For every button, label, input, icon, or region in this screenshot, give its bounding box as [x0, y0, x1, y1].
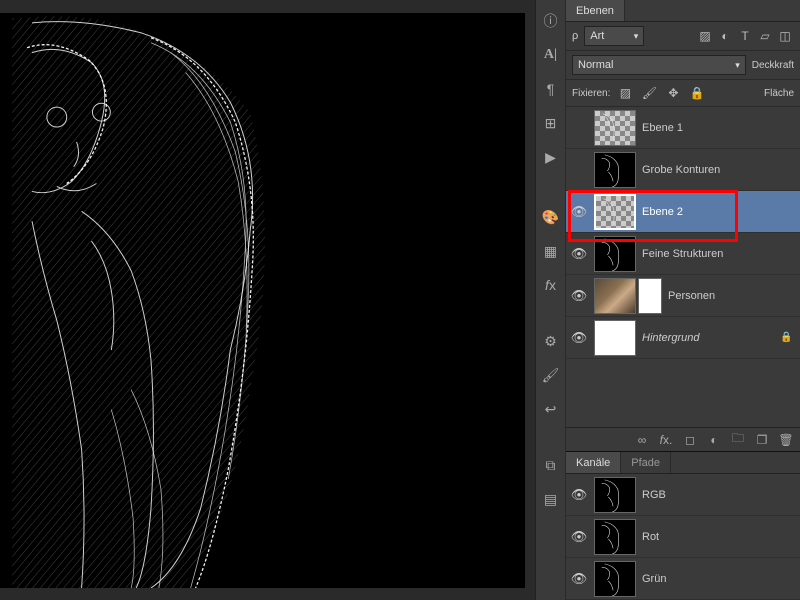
- layer-thumb-wrap: [594, 152, 636, 188]
- document-canvas[interactable]: [0, 13, 525, 588]
- new-folder-icon[interactable]: 🗀: [730, 429, 746, 450]
- vertical-toolbar: ⓘ A| ¶ ⊞ ▶ 🎨 ▦ fx ⚙ 🖌 ↩ ⧉ ▤: [536, 0, 566, 600]
- panels-column: Ebenen ρ Art ▨ ◐ T ▱ ◫ Normal Deckkraft …: [566, 0, 800, 600]
- character-icon[interactable]: A|: [540, 44, 562, 66]
- layer-thumbnail[interactable]: [594, 320, 636, 356]
- fx-icon[interactable]: fx.: [658, 433, 674, 447]
- channel-thumbnail[interactable]: [594, 477, 636, 513]
- lock-move-icon[interactable]: ✥: [664, 84, 682, 102]
- layer-thumbnail[interactable]: [594, 110, 636, 146]
- properties-icon[interactable]: ▤: [540, 488, 562, 510]
- layer-name[interactable]: Personen: [668, 290, 796, 302]
- lock-paint-icon[interactable]: 🖌: [640, 84, 658, 102]
- layer-thumb-wrap: [594, 236, 636, 272]
- layer-row-2[interactable]: 👁 Ebene 2: [566, 191, 800, 233]
- new-layer-icon[interactable]: ❐: [754, 433, 770, 447]
- clone-icon[interactable]: ⧉: [540, 454, 562, 476]
- visibility-toggle[interactable]: 👁: [570, 204, 588, 220]
- filter-pixel-icon[interactable]: ▨: [696, 27, 714, 45]
- layer-thumb-wrap: [594, 278, 662, 314]
- channel-name: Rot: [642, 531, 796, 543]
- channel-row-1[interactable]: 👁 Rot: [566, 516, 800, 558]
- swatches-icon[interactable]: ▦: [540, 240, 562, 262]
- channel-name: RGB: [642, 489, 796, 501]
- tab-paths[interactable]: Pfade: [621, 452, 671, 473]
- layer-thumbnail[interactable]: [594, 152, 636, 188]
- visibility-toggle[interactable]: 👁: [570, 246, 588, 262]
- blend-mode-dropdown[interactable]: Normal: [572, 55, 746, 75]
- channel-visibility-toggle[interactable]: 👁: [570, 571, 588, 587]
- channel-row-0[interactable]: 👁 RGB: [566, 474, 800, 516]
- channels-tab-row: Kanäle Pfade: [566, 452, 800, 474]
- lock-all-icon[interactable]: 🔒: [688, 84, 706, 102]
- channels-panel: Kanäle Pfade 👁 RGB 👁 Rot 👁 Grün: [566, 451, 800, 600]
- layer-name[interactable]: Ebene 2: [642, 206, 796, 218]
- filter-shape-icon[interactable]: ▱: [756, 27, 774, 45]
- channel-thumbnail[interactable]: [594, 561, 636, 597]
- channel-list: 👁 RGB 👁 Rot 👁 Grün: [566, 474, 800, 600]
- layer-list: Ebene 1 Grobe Konturen 👁 Ebene 2 👁 Feine Stru…: [566, 107, 800, 427]
- channel-row-2[interactable]: 👁 Grün: [566, 558, 800, 600]
- filter-smart-icon[interactable]: ◫: [776, 27, 794, 45]
- layer-thumbnail[interactable]: [594, 278, 636, 314]
- adjustments-icon[interactable]: ⚙: [540, 330, 562, 352]
- link-layers-icon[interactable]: ∞: [634, 433, 650, 447]
- visibility-toggle[interactable]: 👁: [570, 288, 588, 304]
- layer-thumbnail[interactable]: [594, 236, 636, 272]
- history-icon[interactable]: ↩: [540, 398, 562, 420]
- styles-icon[interactable]: fx: [540, 274, 562, 296]
- navigator-icon[interactable]: ⊞: [540, 112, 562, 134]
- layer-name[interactable]: Ebene 1: [642, 122, 796, 134]
- layers-tab-row: Ebenen: [566, 0, 800, 22]
- layer-name[interactable]: Hintergrund: [642, 332, 774, 344]
- layer-thumb-wrap: [594, 320, 636, 356]
- mask-icon[interactable]: ◻: [682, 433, 698, 447]
- lock-transparency-icon[interactable]: ▨: [616, 84, 634, 102]
- adjustment-layer-icon[interactable]: ◐: [706, 433, 722, 447]
- paragraph-icon[interactable]: ¶: [540, 78, 562, 100]
- layer-thumb-wrap: [594, 110, 636, 146]
- color-icon[interactable]: 🎨: [540, 206, 562, 228]
- filter-type-icon[interactable]: T: [736, 27, 754, 45]
- layer-row-3[interactable]: 👁 Feine Strukturen: [566, 233, 800, 275]
- brush-icon[interactable]: 🖌: [540, 364, 562, 386]
- layer-thumbnail[interactable]: [594, 194, 636, 230]
- layer-row-0[interactable]: Ebene 1: [566, 107, 800, 149]
- layer-mask-thumbnail[interactable]: [638, 278, 662, 314]
- layer-row-5[interactable]: 👁 Hintergrund 🔒: [566, 317, 800, 359]
- delete-layer-icon[interactable]: 🗑: [778, 433, 794, 447]
- layer-name[interactable]: Grobe Konturen: [642, 164, 796, 176]
- visibility-toggle[interactable]: 👁: [570, 330, 588, 346]
- layer-name[interactable]: Feine Strukturen: [642, 248, 796, 260]
- right-dock: ⓘ A| ¶ ⊞ ▶ 🎨 ▦ fx ⚙ 🖌 ↩ ⧉ ▤ Ebenen ρ Art…: [535, 0, 800, 600]
- lock-row: Fixieren: ▨ 🖌 ✥ 🔒 Fläche: [566, 80, 800, 107]
- channel-visibility-toggle[interactable]: 👁: [570, 529, 588, 545]
- channel-thumbnail[interactable]: [594, 519, 636, 555]
- opacity-label: Deckkraft: [752, 60, 794, 71]
- channel-name: Grün: [642, 573, 796, 585]
- tab-channels[interactable]: Kanäle: [566, 452, 621, 473]
- filter-adjust-icon[interactable]: ◐: [716, 27, 734, 45]
- layer-kind-row: ρ Art ▨ ◐ T ▱ ◫: [566, 22, 800, 51]
- layer-row-4[interactable]: 👁 Personen: [566, 275, 800, 317]
- fill-label: Fläche: [764, 88, 794, 99]
- play-icon[interactable]: ▶: [540, 146, 562, 168]
- layer-kind-dropdown[interactable]: Art: [584, 26, 644, 46]
- tab-layers[interactable]: Ebenen: [566, 0, 625, 21]
- canvas-area: [0, 0, 535, 600]
- blend-mode-row: Normal Deckkraft: [566, 51, 800, 80]
- lock-icon: 🔒: [780, 332, 792, 344]
- info-icon[interactable]: ⓘ: [540, 10, 562, 32]
- channel-visibility-toggle[interactable]: 👁: [570, 487, 588, 503]
- layer-row-1[interactable]: Grobe Konturen: [566, 149, 800, 191]
- canvas-image: [0, 13, 525, 588]
- layer-thumb-wrap: [594, 194, 636, 230]
- layers-panel-footer: ∞ fx. ◻ ◐ 🗀 ❐ 🗑: [566, 427, 800, 451]
- lock-label: Fixieren:: [572, 88, 610, 99]
